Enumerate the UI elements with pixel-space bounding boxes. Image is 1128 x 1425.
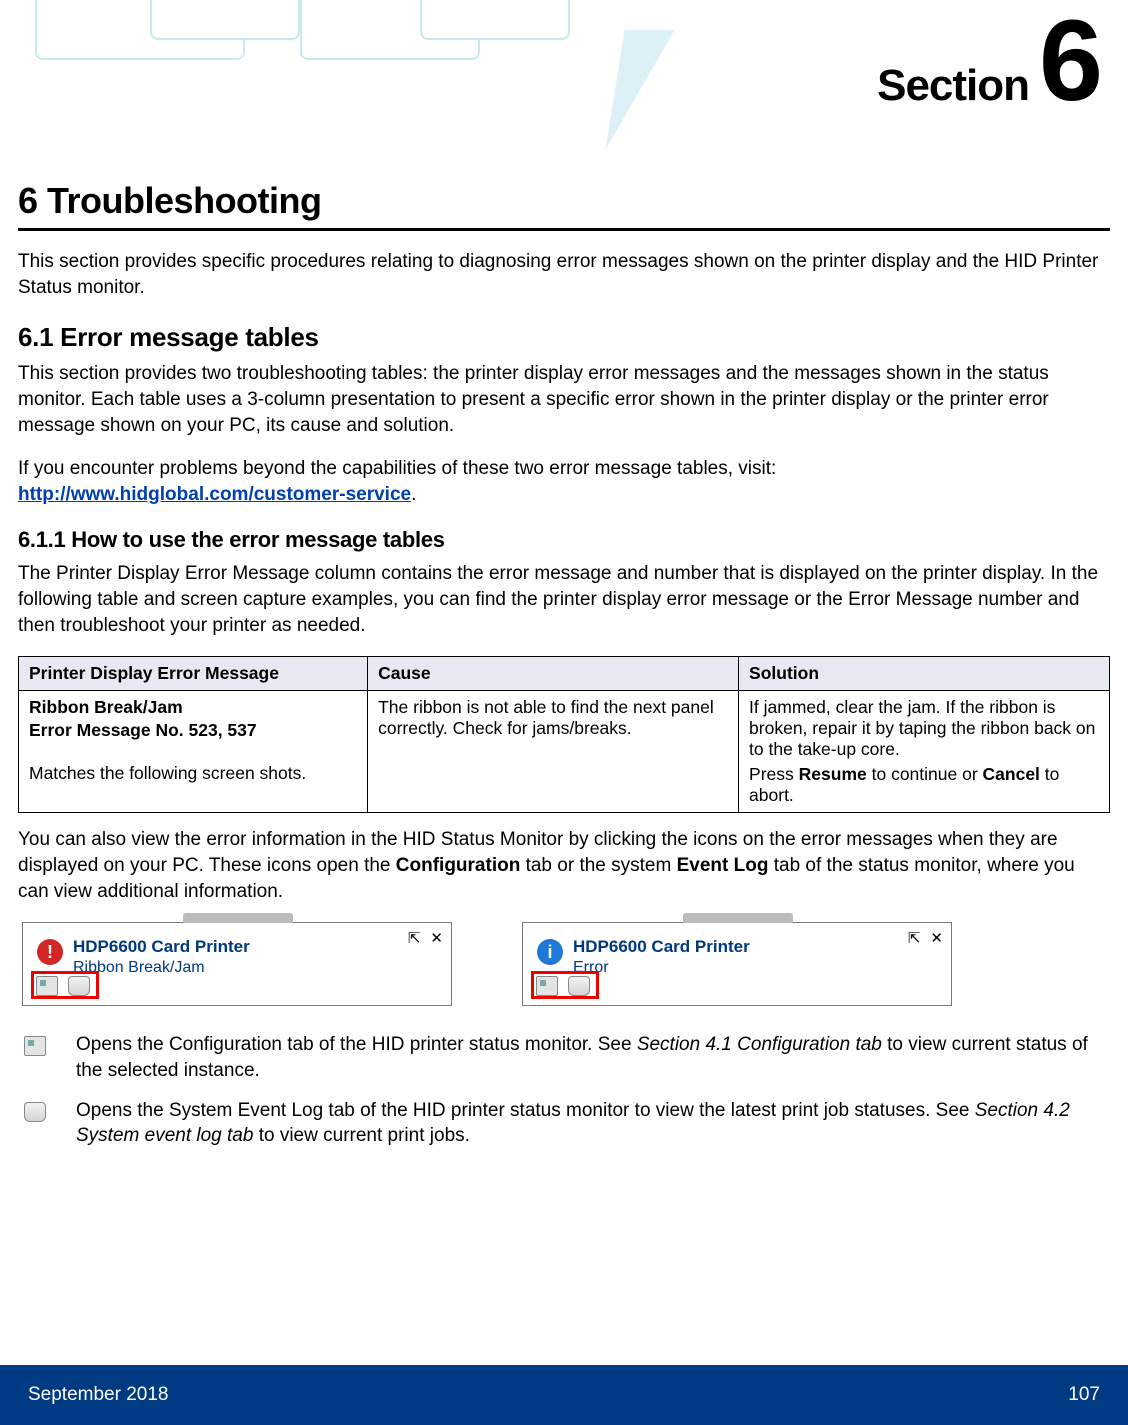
status-popup-info: ⇱ ✕ i HDP6600 Card Printer Error (522, 922, 952, 1006)
popup-subtitle: Ribbon Break/Jam (73, 959, 250, 977)
text: Opens the Configuration tab of the HID p… (76, 1034, 637, 1055)
text: tab or the system (520, 855, 676, 876)
bold-cancel: Cancel (983, 764, 1040, 784)
popup-title: HDP6600 Card Printer (573, 937, 750, 957)
close-icon[interactable]: ✕ (430, 929, 443, 947)
event-log-icon[interactable] (68, 976, 90, 996)
legend-row-event-log: Opens the System Event Log tab of the HI… (18, 1098, 1110, 1149)
popup-actions-highlight (31, 971, 99, 999)
decorative-chevron (555, 30, 674, 150)
table-cell-error: Ribbon Break/Jam Error Message No. 523, … (19, 691, 368, 813)
popup-subtitle: Error (573, 959, 750, 977)
status-popup-error: ⇱ ✕ ! HDP6600 Card Printer Ribbon Break/… (22, 922, 452, 1006)
section-label: Section 6 (877, 10, 1098, 114)
page-footer: September 2018 107 (0, 1365, 1128, 1425)
error-name: Ribbon Break/Jam (29, 697, 357, 718)
chapter-number: 6 (18, 180, 38, 221)
popup-controls: ⇱ ✕ (408, 929, 443, 947)
error-number: Error Message No. 523, 537 (29, 720, 357, 741)
chapter-title: 6 Troubleshooting (18, 180, 1110, 222)
intro-paragraph: This section provides specific procedure… (18, 249, 1110, 300)
popup-text: HDP6600 Card Printer Error (573, 937, 750, 977)
legend-text: Opens the System Event Log tab of the HI… (76, 1098, 1110, 1149)
configuration-icon[interactable] (536, 976, 558, 996)
italic-ref: Section 4.1 Configuration tab (637, 1034, 882, 1055)
page: Section 6 6 Troubleshooting This section… (0, 0, 1128, 1425)
after-table-paragraph: You can also view the error information … (18, 827, 1110, 904)
popup-actions-highlight (531, 971, 599, 999)
para-6-1-a: This section provides two troubleshootin… (18, 361, 1110, 438)
legend-text: Opens the Configuration tab of the HID p… (76, 1032, 1110, 1083)
pin-icon[interactable]: ⇱ (408, 929, 421, 947)
table-header-cell: Printer Display Error Message (19, 657, 368, 691)
close-icon[interactable]: ✕ (930, 929, 943, 947)
customer-service-link[interactable]: http://www.hidglobal.com/customer-servic… (18, 484, 411, 505)
alert-icon: ! (37, 939, 63, 965)
heading-6-1-1: 6.1.1 How to use the error message table… (18, 527, 1110, 553)
error-message-table: Printer Display Error Message Cause Solu… (18, 656, 1110, 813)
footer-date: September 2018 (28, 1384, 169, 1406)
section-word: Section (877, 61, 1029, 111)
chapter-text: Troubleshooting (47, 180, 321, 221)
heading-6-1: 6.1 Error message tables (18, 322, 1110, 353)
popup-handle (183, 913, 293, 923)
section-number: 6 (1039, 10, 1098, 114)
footer-page-number: 107 (1068, 1384, 1100, 1406)
text: Press (749, 764, 799, 784)
configuration-icon (18, 1032, 52, 1083)
error-note: Matches the following screen shots. (29, 763, 357, 784)
pin-icon[interactable]: ⇱ (908, 929, 921, 947)
decorative-box (420, 0, 570, 40)
text: Opens the System Event Log tab of the HI… (76, 1100, 975, 1121)
bold-event-log: Event Log (677, 855, 769, 876)
solution-line1: If jammed, clear the jam. If the ribbon … (749, 697, 1099, 760)
table-header-cell: Cause (368, 657, 739, 691)
table-cell-solution: If jammed, clear the jam. If the ribbon … (739, 691, 1110, 813)
popup-title: HDP6600 Card Printer (73, 937, 250, 957)
bold-resume: Resume (799, 764, 867, 784)
table-header-row: Printer Display Error Message Cause Solu… (19, 657, 1110, 691)
text: to view current print jobs. (253, 1125, 469, 1146)
solution-line2: Press Resume to continue or Cancel to ab… (749, 764, 1099, 806)
table-cell-cause: The ribbon is not able to find the next … (368, 691, 739, 813)
popup-text: HDP6600 Card Printer Ribbon Break/Jam (73, 937, 250, 977)
title-rule (18, 228, 1110, 231)
text: . (411, 484, 416, 505)
configuration-icon[interactable] (36, 976, 58, 996)
legend-row-configuration: Opens the Configuration tab of the HID p… (18, 1032, 1110, 1083)
info-icon: i (537, 939, 563, 965)
para-6-1-b: If you encounter problems beyond the cap… (18, 456, 1110, 507)
text: If you encounter problems beyond the cap… (18, 458, 776, 479)
event-log-icon (18, 1098, 52, 1149)
para-6-1-1: The Printer Display Error Message column… (18, 561, 1110, 638)
text: to continue or (867, 764, 983, 784)
table-row: Ribbon Break/Jam Error Message No. 523, … (19, 691, 1110, 813)
bold-configuration: Configuration (396, 855, 521, 876)
popup-controls: ⇱ ✕ (908, 929, 943, 947)
status-popups: ⇱ ✕ ! HDP6600 Card Printer Ribbon Break/… (22, 922, 1110, 1006)
decorative-box (150, 0, 300, 40)
table-header-cell: Solution (739, 657, 1110, 691)
event-log-icon[interactable] (568, 976, 590, 996)
content: 6 Troubleshooting This section provides … (0, 170, 1128, 1365)
popup-handle (683, 913, 793, 923)
page-header-graphic: Section 6 (0, 0, 1128, 170)
